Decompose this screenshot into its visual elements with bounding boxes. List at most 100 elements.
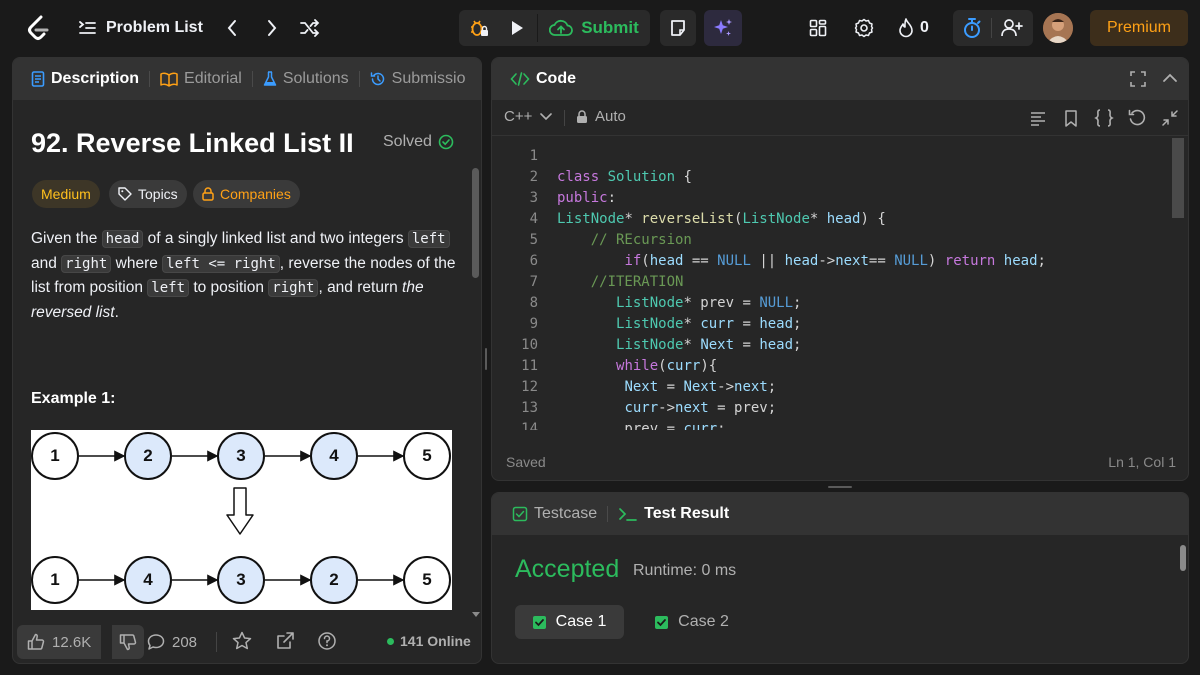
horizontal-resize-handle[interactable]	[828, 486, 852, 488]
vertical-resize-handle[interactable]	[485, 348, 487, 370]
code-line[interactable]: 12 Next = Next->next;	[492, 377, 1172, 398]
line-number: 5	[529, 232, 538, 248]
tab-separator	[358, 71, 360, 87]
editor-toolbar: C++ Auto	[492, 100, 1188, 136]
description-scrollbar[interactable]	[472, 168, 479, 278]
line-source: ListNode* Next = head;	[616, 337, 802, 353]
streak-button[interactable]: 0	[898, 14, 929, 42]
list-node: 5	[403, 556, 451, 604]
description-content: 92. Reverse Linked List II Solved Medium…	[13, 100, 481, 610]
auto-mode-toggle[interactable]: Auto	[576, 108, 626, 125]
like-button[interactable]: 12.6K	[17, 625, 102, 659]
line-number: 10	[521, 337, 538, 353]
verdict: Accepted	[515, 555, 620, 583]
code-line[interactable]: 1	[492, 146, 1172, 167]
thumbs-down-icon	[119, 633, 137, 651]
help-button[interactable]	[317, 631, 337, 651]
next-problem-button[interactable]	[260, 14, 284, 42]
inline-code: right	[61, 254, 112, 273]
bookmark-button[interactable]	[1064, 110, 1078, 127]
line-source: prev = curr;	[557, 421, 726, 430]
problem-list-button[interactable]: Problem List	[78, 14, 203, 42]
editor-scrollbar[interactable]	[1172, 138, 1184, 218]
description-panel: Description Editorial Solutions Submissi…	[12, 57, 482, 664]
timer-button[interactable]	[956, 12, 988, 44]
online-dot-icon	[387, 637, 394, 645]
code-line[interactable]: 4 ListNode* reverseList(ListNode* head) {	[492, 209, 1172, 230]
tab-test-result[interactable]: Test Result	[612, 505, 735, 523]
problem-statement: Given the head of a singly linked list a…	[31, 230, 456, 321]
divider	[537, 14, 538, 42]
code-line[interactable]: 11 while(curr){	[492, 356, 1172, 377]
comment-icon	[147, 633, 165, 651]
tab-separator	[607, 506, 609, 522]
tab-testcase[interactable]: Testcase	[506, 505, 603, 523]
external-link-icon	[275, 631, 295, 651]
comments-button[interactable]: 208	[147, 625, 197, 659]
result-scrollbar[interactable]	[1180, 545, 1186, 571]
code-line[interactable]: 8 ListNode* prev = NULL;	[492, 293, 1172, 314]
format-button[interactable]	[1030, 110, 1046, 126]
description-footer: 12.6K 208 141 Online	[13, 620, 481, 663]
share-button[interactable]	[275, 631, 295, 651]
companies-button[interactable]: Companies	[193, 180, 300, 208]
maximize-button[interactable]	[1130, 71, 1146, 87]
top-bar: Problem List Submit 0 Premium	[0, 0, 1200, 56]
random-problem-button[interactable]	[296, 14, 324, 42]
debug-button[interactable]	[462, 12, 496, 44]
tab-solutions[interactable]: Solutions	[257, 70, 355, 88]
prev-problem-button[interactable]	[220, 14, 244, 42]
online-status: 141 Online	[387, 633, 471, 649]
tab-submissions[interactable]: Submissio	[364, 70, 472, 88]
braces-button[interactable]	[1094, 109, 1114, 127]
line-number: 7	[529, 274, 538, 290]
add-collaborator-button[interactable]	[995, 12, 1029, 44]
case-2-tab[interactable]: Case 2	[642, 605, 742, 639]
submit-button[interactable]: Submit	[542, 12, 646, 44]
line-number: 3	[529, 190, 538, 206]
case-1-tab[interactable]: Case 1	[515, 605, 624, 639]
inline-code: left	[407, 230, 450, 248]
list-node: 3	[217, 556, 265, 604]
flask-icon	[263, 71, 277, 87]
run-button[interactable]	[500, 12, 534, 44]
fullscreen-exit-button[interactable]	[1162, 110, 1178, 126]
test-result-panel: Testcase Test Result Accepted Runtime: 0…	[491, 492, 1189, 664]
code-line[interactable]: 7 //ITERATION	[492, 272, 1172, 293]
language-select[interactable]: C++	[504, 108, 553, 125]
list-node: 4	[124, 556, 172, 604]
minimize-arrows-icon	[1162, 110, 1178, 126]
code-line[interactable]: 3 public:	[492, 188, 1172, 209]
line-source: ListNode* curr = head;	[616, 316, 802, 332]
premium-button[interactable]: Premium	[1090, 10, 1188, 46]
reset-code-button[interactable]	[1128, 109, 1146, 127]
tab-editorial[interactable]: Editorial	[154, 70, 248, 88]
favorite-button[interactable]	[232, 631, 252, 651]
line-number: 11	[521, 358, 538, 374]
divider	[216, 632, 217, 652]
code-editor[interactable]: 1 2 class Solution { 3 public: 4 ListNode* rev…	[492, 146, 1172, 430]
code-line[interactable]: 13 curr->next = prev;	[492, 398, 1172, 419]
align-left-icon	[1030, 110, 1046, 126]
avatar[interactable]	[1043, 13, 1073, 43]
collapse-button[interactable]	[1162, 72, 1178, 84]
code-line[interactable]: 5 // REcursion	[492, 230, 1172, 251]
checkbox-icon	[512, 506, 528, 522]
code-line[interactable]: 6 if(head == NULL || head->next== NULL) …	[492, 251, 1172, 272]
leetcode-logo-icon[interactable]	[24, 14, 52, 42]
undo-icon	[1128, 109, 1146, 127]
tab-code[interactable]: Code	[504, 70, 582, 88]
layout-grid-icon	[809, 19, 827, 37]
tab-description[interactable]: Description	[25, 70, 145, 88]
code-line[interactable]: 10 ListNode* Next = head;	[492, 335, 1172, 356]
list-node: 4	[310, 432, 358, 480]
code-line[interactable]: 9 ListNode* curr = head;	[492, 314, 1172, 335]
scroll-down-arrow-icon[interactable]	[471, 611, 481, 619]
code-line[interactable]: 2 class Solution {	[492, 167, 1172, 188]
topics-button[interactable]: Topics	[109, 180, 187, 208]
line-source: public:	[557, 190, 617, 206]
settings-button[interactable]	[850, 14, 878, 42]
code-line[interactable]: 14 prev = curr;	[492, 419, 1172, 430]
dislike-button[interactable]	[112, 625, 144, 659]
layout-button[interactable]	[804, 14, 832, 42]
